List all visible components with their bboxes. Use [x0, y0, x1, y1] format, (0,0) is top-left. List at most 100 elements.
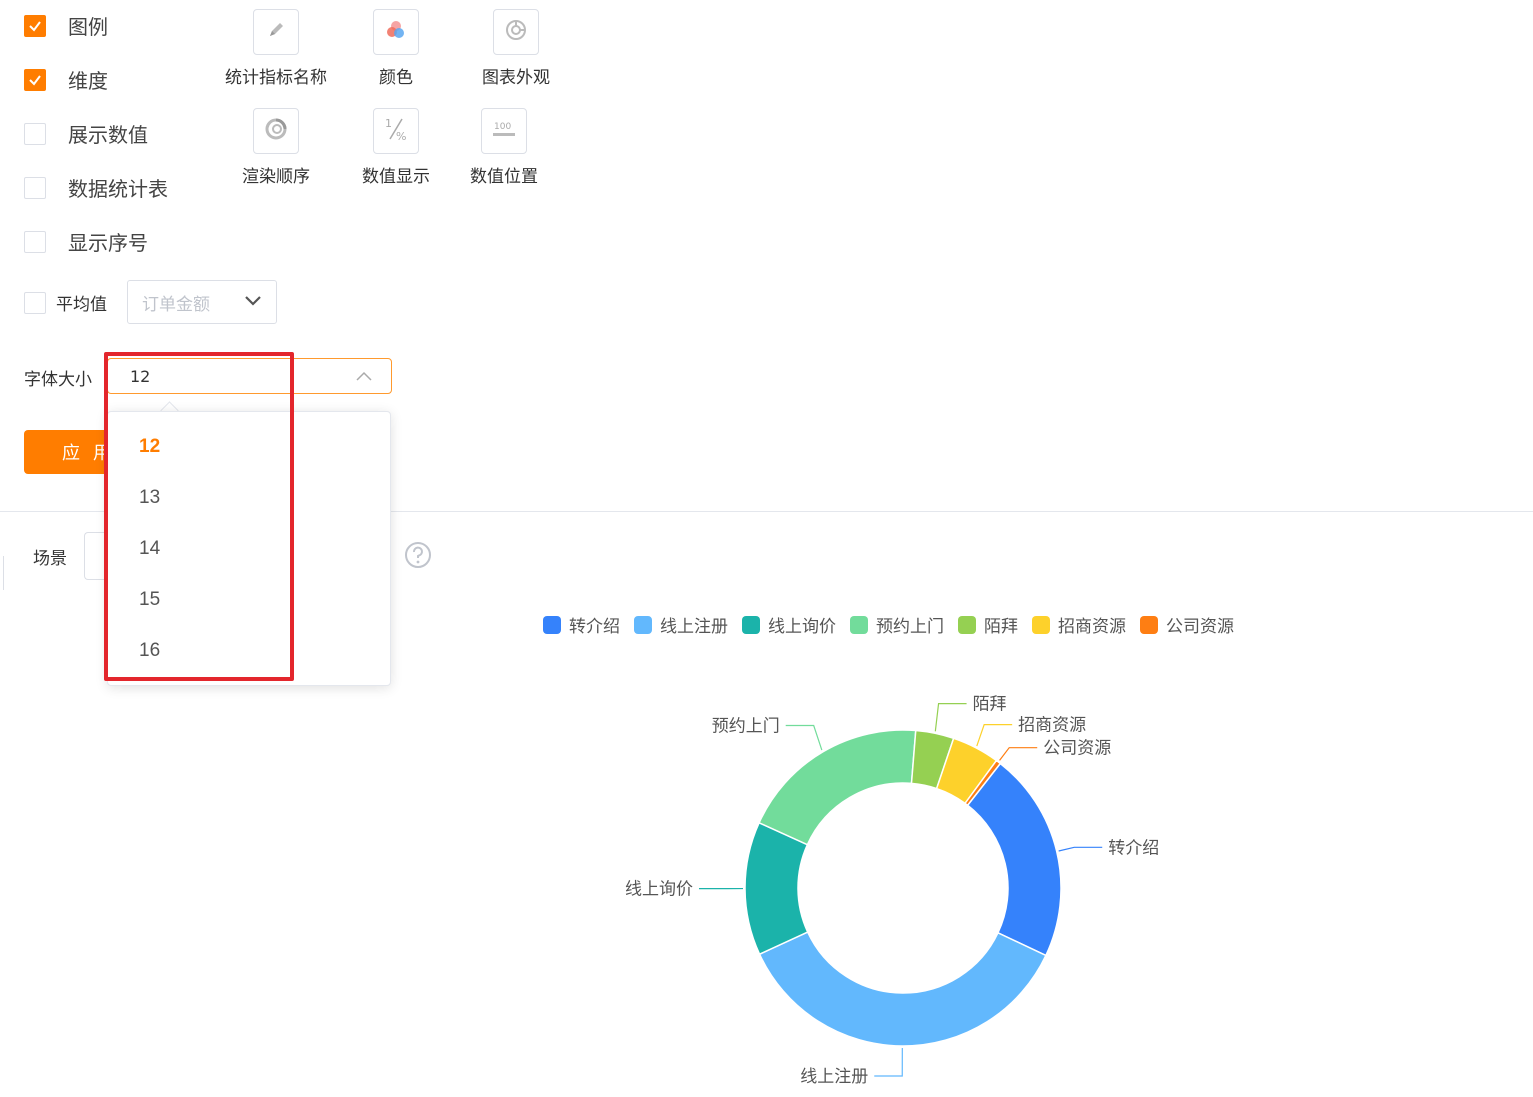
slice-label-line — [785, 724, 823, 751]
average-field-placeholder: 订单金额 — [142, 294, 210, 315]
tool-metric-name[interactable]: 统计指标名称 — [221, 9, 331, 88]
legend-item[interactable]: 线上注册 — [634, 612, 728, 637]
tool-value-display-button[interactable]: 1 % — [373, 108, 419, 154]
legend-label: 公司资源 — [1166, 617, 1234, 637]
svg-text:1: 1 — [385, 117, 392, 130]
render-order-icon — [264, 117, 288, 145]
font-size-option-selected[interactable]: 12 — [139, 436, 160, 458]
average-label: 平均值 — [56, 294, 107, 315]
slice-label: 招商资源 — [1018, 716, 1086, 736]
tool-value-display[interactable]: 1 % 数值显示 — [341, 108, 451, 187]
slice-label-line — [1058, 846, 1103, 852]
slice-label: 线上注册 — [800, 1067, 868, 1087]
font-size-dropdown: 12 13 14 15 16 — [107, 411, 391, 686]
tool-color-label: 颜色 — [379, 68, 413, 88]
legend-item[interactable]: 线上询价 — [742, 612, 836, 637]
show-index-checkbox[interactable] — [24, 230, 46, 253]
tool-value-position-button[interactable]: 100 — [481, 108, 527, 154]
legend-label: 线上询价 — [768, 617, 836, 637]
donut-slice[interactable] — [966, 762, 1062, 957]
legend-swatch — [958, 615, 976, 634]
svg-text:100: 100 — [494, 122, 511, 132]
legend-swatch — [742, 615, 760, 634]
font-size-option[interactable]: 14 — [139, 538, 160, 560]
donut-slice[interactable] — [758, 729, 917, 846]
slice-label-line — [976, 724, 1013, 747]
chart-legend: 转介绍 线上注册 线上询价 预约上门 陌拜 招商资源 公司资源 — [543, 612, 1248, 637]
slice-label: 陌拜 — [973, 695, 1007, 715]
legend-label: 招商资源 — [1058, 617, 1126, 637]
average-field-select[interactable]: 订单金额 — [127, 280, 277, 324]
tool-value-display-label: 数值显示 — [362, 167, 430, 187]
tool-color-button[interactable] — [373, 9, 419, 55]
font-size-select[interactable]: 12 — [107, 358, 392, 394]
dimension-checkbox[interactable] — [24, 68, 46, 91]
legend-item[interactable]: 陌拜 — [958, 612, 1018, 637]
legend-label: 转介绍 — [569, 617, 620, 637]
legend-swatch — [1032, 615, 1050, 634]
data-table-checkbox-row[interactable]: 数据统计表 — [24, 173, 168, 202]
legend-label: 陌拜 — [984, 617, 1018, 637]
show-index-checkbox-label: 显示序号 — [68, 231, 148, 255]
legend-checkbox-label: 图例 — [68, 15, 108, 39]
tool-metric-name-label: 统计指标名称 — [225, 68, 327, 88]
fraction-percent-icon: 1 % — [382, 115, 410, 147]
slice-label: 线上询价 — [625, 880, 693, 900]
legend-item[interactable]: 招商资源 — [1032, 612, 1126, 637]
tool-color[interactable]: 颜色 — [341, 9, 451, 88]
tool-value-position[interactable]: 100 数值位置 — [449, 108, 559, 187]
slice-label-line — [874, 1047, 903, 1077]
font-size-option[interactable]: 15 — [139, 589, 160, 611]
slice-label-line — [934, 703, 967, 732]
average-row: 平均值 订单金额 — [24, 280, 277, 324]
data-table-checkbox-label: 数据统计表 — [68, 177, 168, 201]
chevron-up-icon — [355, 367, 373, 386]
font-size-option[interactable]: 16 — [139, 640, 160, 662]
legend-checkbox[interactable] — [24, 14, 46, 37]
show-values-checkbox-row[interactable]: 展示数值 — [24, 119, 148, 148]
data-table-checkbox[interactable] — [24, 176, 46, 199]
legend-label: 预约上门 — [876, 617, 944, 637]
legend-swatch — [1140, 615, 1158, 634]
legend-item[interactable]: 转介绍 — [543, 612, 620, 637]
donut-chart: 转介绍线上注册 线上询价 预约上门 陌拜招商资源公司资源 — [625, 695, 1159, 1087]
pencil-icon — [265, 19, 287, 45]
show-index-checkbox-row[interactable]: 显示序号 — [24, 227, 148, 256]
show-values-checkbox-label: 展示数值 — [68, 123, 148, 147]
legend-swatch — [634, 615, 652, 634]
slice-label-line — [999, 747, 1038, 761]
slice-label: 预约上门 — [712, 717, 780, 737]
legend-label: 线上注册 — [660, 617, 728, 637]
show-values-checkbox[interactable] — [24, 122, 46, 145]
font-size-value: 12 — [130, 366, 151, 386]
svg-text:%: % — [396, 130, 406, 143]
donut-slice[interactable] — [758, 931, 1047, 1047]
tool-metric-name-button[interactable] — [253, 9, 299, 55]
slice-label: 转介绍 — [1108, 838, 1159, 858]
chevron-down-icon — [244, 292, 262, 312]
donut-slice[interactable] — [744, 821, 809, 956]
value-position-icon: 100 — [490, 117, 518, 145]
help-icon[interactable] — [404, 541, 432, 573]
tool-render-order-button[interactable] — [253, 108, 299, 154]
legend-swatch — [543, 615, 561, 634]
color-palette-icon — [384, 18, 408, 46]
legend-item[interactable]: 公司资源 — [1140, 612, 1234, 637]
average-checkbox[interactable] — [24, 292, 46, 314]
font-size-label: 字体大小 — [24, 370, 92, 390]
dimension-checkbox-label: 维度 — [68, 69, 108, 93]
tool-render-order[interactable]: 渲染顺序 — [221, 108, 331, 187]
tool-appearance-label: 图表外观 — [482, 68, 550, 88]
tool-render-order-label: 渲染顺序 — [242, 167, 310, 187]
font-size-option[interactable]: 13 — [139, 487, 160, 509]
dimension-checkbox-row[interactable]: 维度 — [24, 65, 108, 94]
legend-checkbox-row[interactable]: 图例 — [24, 11, 108, 40]
chart-appearance-icon — [504, 18, 528, 46]
legend-item[interactable]: 预约上门 — [850, 612, 944, 637]
legend-swatch — [850, 615, 868, 634]
tool-value-position-label: 数值位置 — [470, 167, 538, 187]
scene-label: 场景 — [33, 549, 67, 569]
tool-appearance-button[interactable] — [493, 9, 539, 55]
left-panel-edge — [0, 556, 4, 590]
tool-appearance[interactable]: 图表外观 — [461, 9, 571, 88]
